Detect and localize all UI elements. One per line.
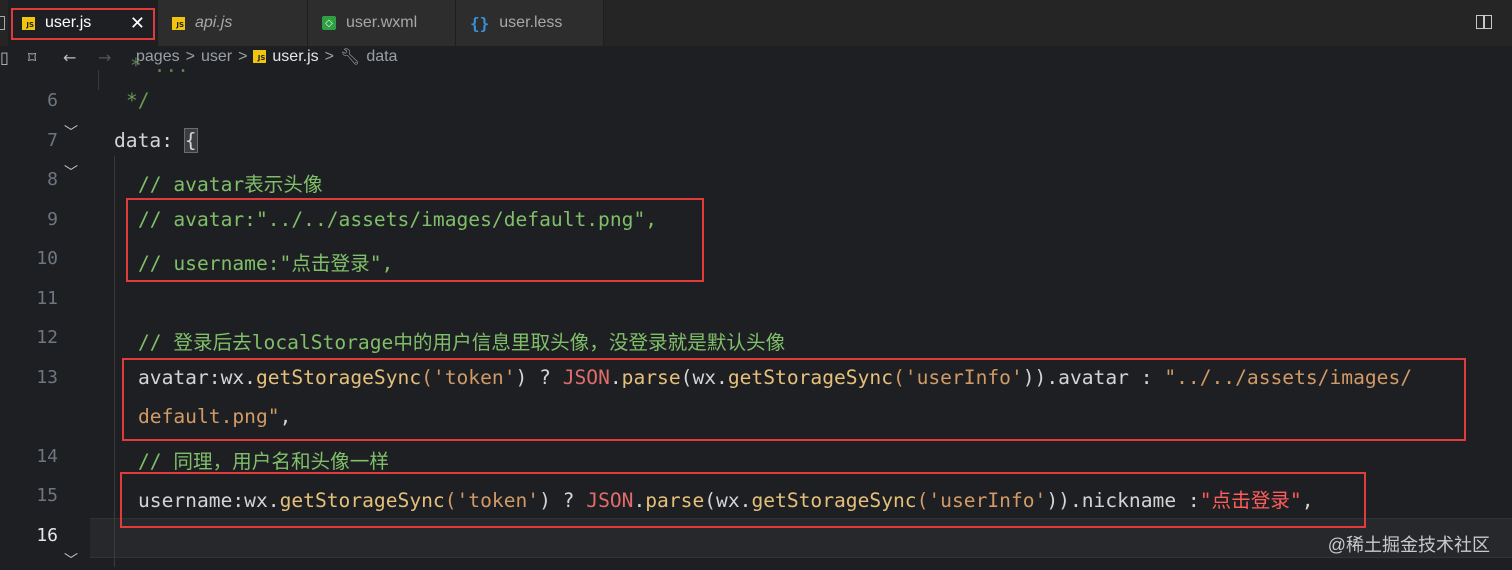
active-tab-highlight-box: [11, 8, 155, 40]
tab-label: user.wxml: [346, 14, 418, 31]
back-arrow-icon[interactable]: ←: [63, 48, 76, 67]
braces-icon: {}: [470, 13, 490, 33]
tab-user-less[interactable]: {} user.less: [456, 0, 604, 46]
tab-label: user.less: [499, 14, 563, 31]
indent-guide: [114, 156, 115, 567]
annotation-box-commented-defaults: [126, 198, 704, 282]
line-number-current: 16: [36, 525, 58, 546]
code-line-8: // avatar表示头像: [138, 173, 323, 196]
indent-guide: [98, 70, 99, 90]
code-line-5-partial: * ...: [130, 54, 189, 77]
breadcrumb-item-data[interactable]: data: [366, 48, 397, 66]
layout-icon: ▯: [0, 48, 9, 67]
code-line-14: // 同理，用户名和头像一样: [138, 450, 389, 473]
line-number: 12: [36, 327, 58, 348]
wxml-icon: ◇: [322, 16, 336, 30]
fold-chevron-icon[interactable]: ﹀: [64, 122, 78, 142]
breadcrumb-item-user[interactable]: user: [201, 48, 232, 66]
line-number: 9: [47, 209, 58, 230]
code-line-7: data: {: [114, 128, 198, 153]
code-line-12: // 登录后去localStorage中的用户信息里取头像，没登录就是默认头像: [138, 331, 786, 354]
line-number: 8: [47, 169, 58, 190]
line-number: 6: [47, 90, 58, 111]
code-token: :: [161, 129, 185, 152]
code-token: data: [114, 129, 162, 152]
line-number: 14: [36, 446, 58, 467]
code-token-brace: {: [183, 128, 198, 153]
js-icon: JS: [253, 50, 267, 63]
fold-chevron-icon[interactable]: ﹀: [64, 162, 78, 182]
breadcrumb-bar: ▯ ⌑ ← → pages > user > JS user.js > 🔧︎ d…: [0, 46, 1512, 70]
sidebar-edge: [0, 16, 5, 30]
js-icon: JS: [172, 16, 185, 30]
line-number: 15: [36, 485, 58, 506]
watermark: @稀土掘金技术社区: [1327, 535, 1490, 555]
breadcrumb-separator: >: [324, 47, 334, 65]
breadcrumb-item-file[interactable]: user.js: [272, 48, 318, 66]
tab-user-wxml[interactable]: ◇ user.wxml: [308, 0, 456, 46]
forward-arrow-icon[interactable]: →: [98, 48, 111, 67]
annotation-box-username-line: [120, 472, 1366, 528]
line-number: 13: [36, 367, 58, 388]
code-line-6: */: [126, 89, 150, 112]
line-number: 7: [47, 130, 58, 151]
split-editor-icon[interactable]: [1476, 15, 1492, 29]
fold-chevron-icon[interactable]: ﹀: [64, 550, 78, 570]
annotation-box-avatar-line: [122, 358, 1466, 441]
tab-api-js[interactable]: JS api.js: [158, 0, 308, 46]
editor-tab-bar: JS user.js ✕ JS api.js ◇ user.wxml {} us…: [0, 0, 1512, 47]
line-number: 11: [36, 288, 58, 309]
breadcrumb-separator: >: [238, 47, 248, 65]
code-editor[interactable]: * ... 6 7 8 9 10 11 12 13 14 15 16 ﹀ ﹀ ﹀…: [0, 54, 1512, 570]
tab-label: api.js: [195, 14, 233, 31]
wrench-icon: 🔧︎: [340, 47, 361, 66]
bookmark-icon[interactable]: ⌑: [28, 48, 36, 67]
line-number: 10: [36, 248, 58, 269]
